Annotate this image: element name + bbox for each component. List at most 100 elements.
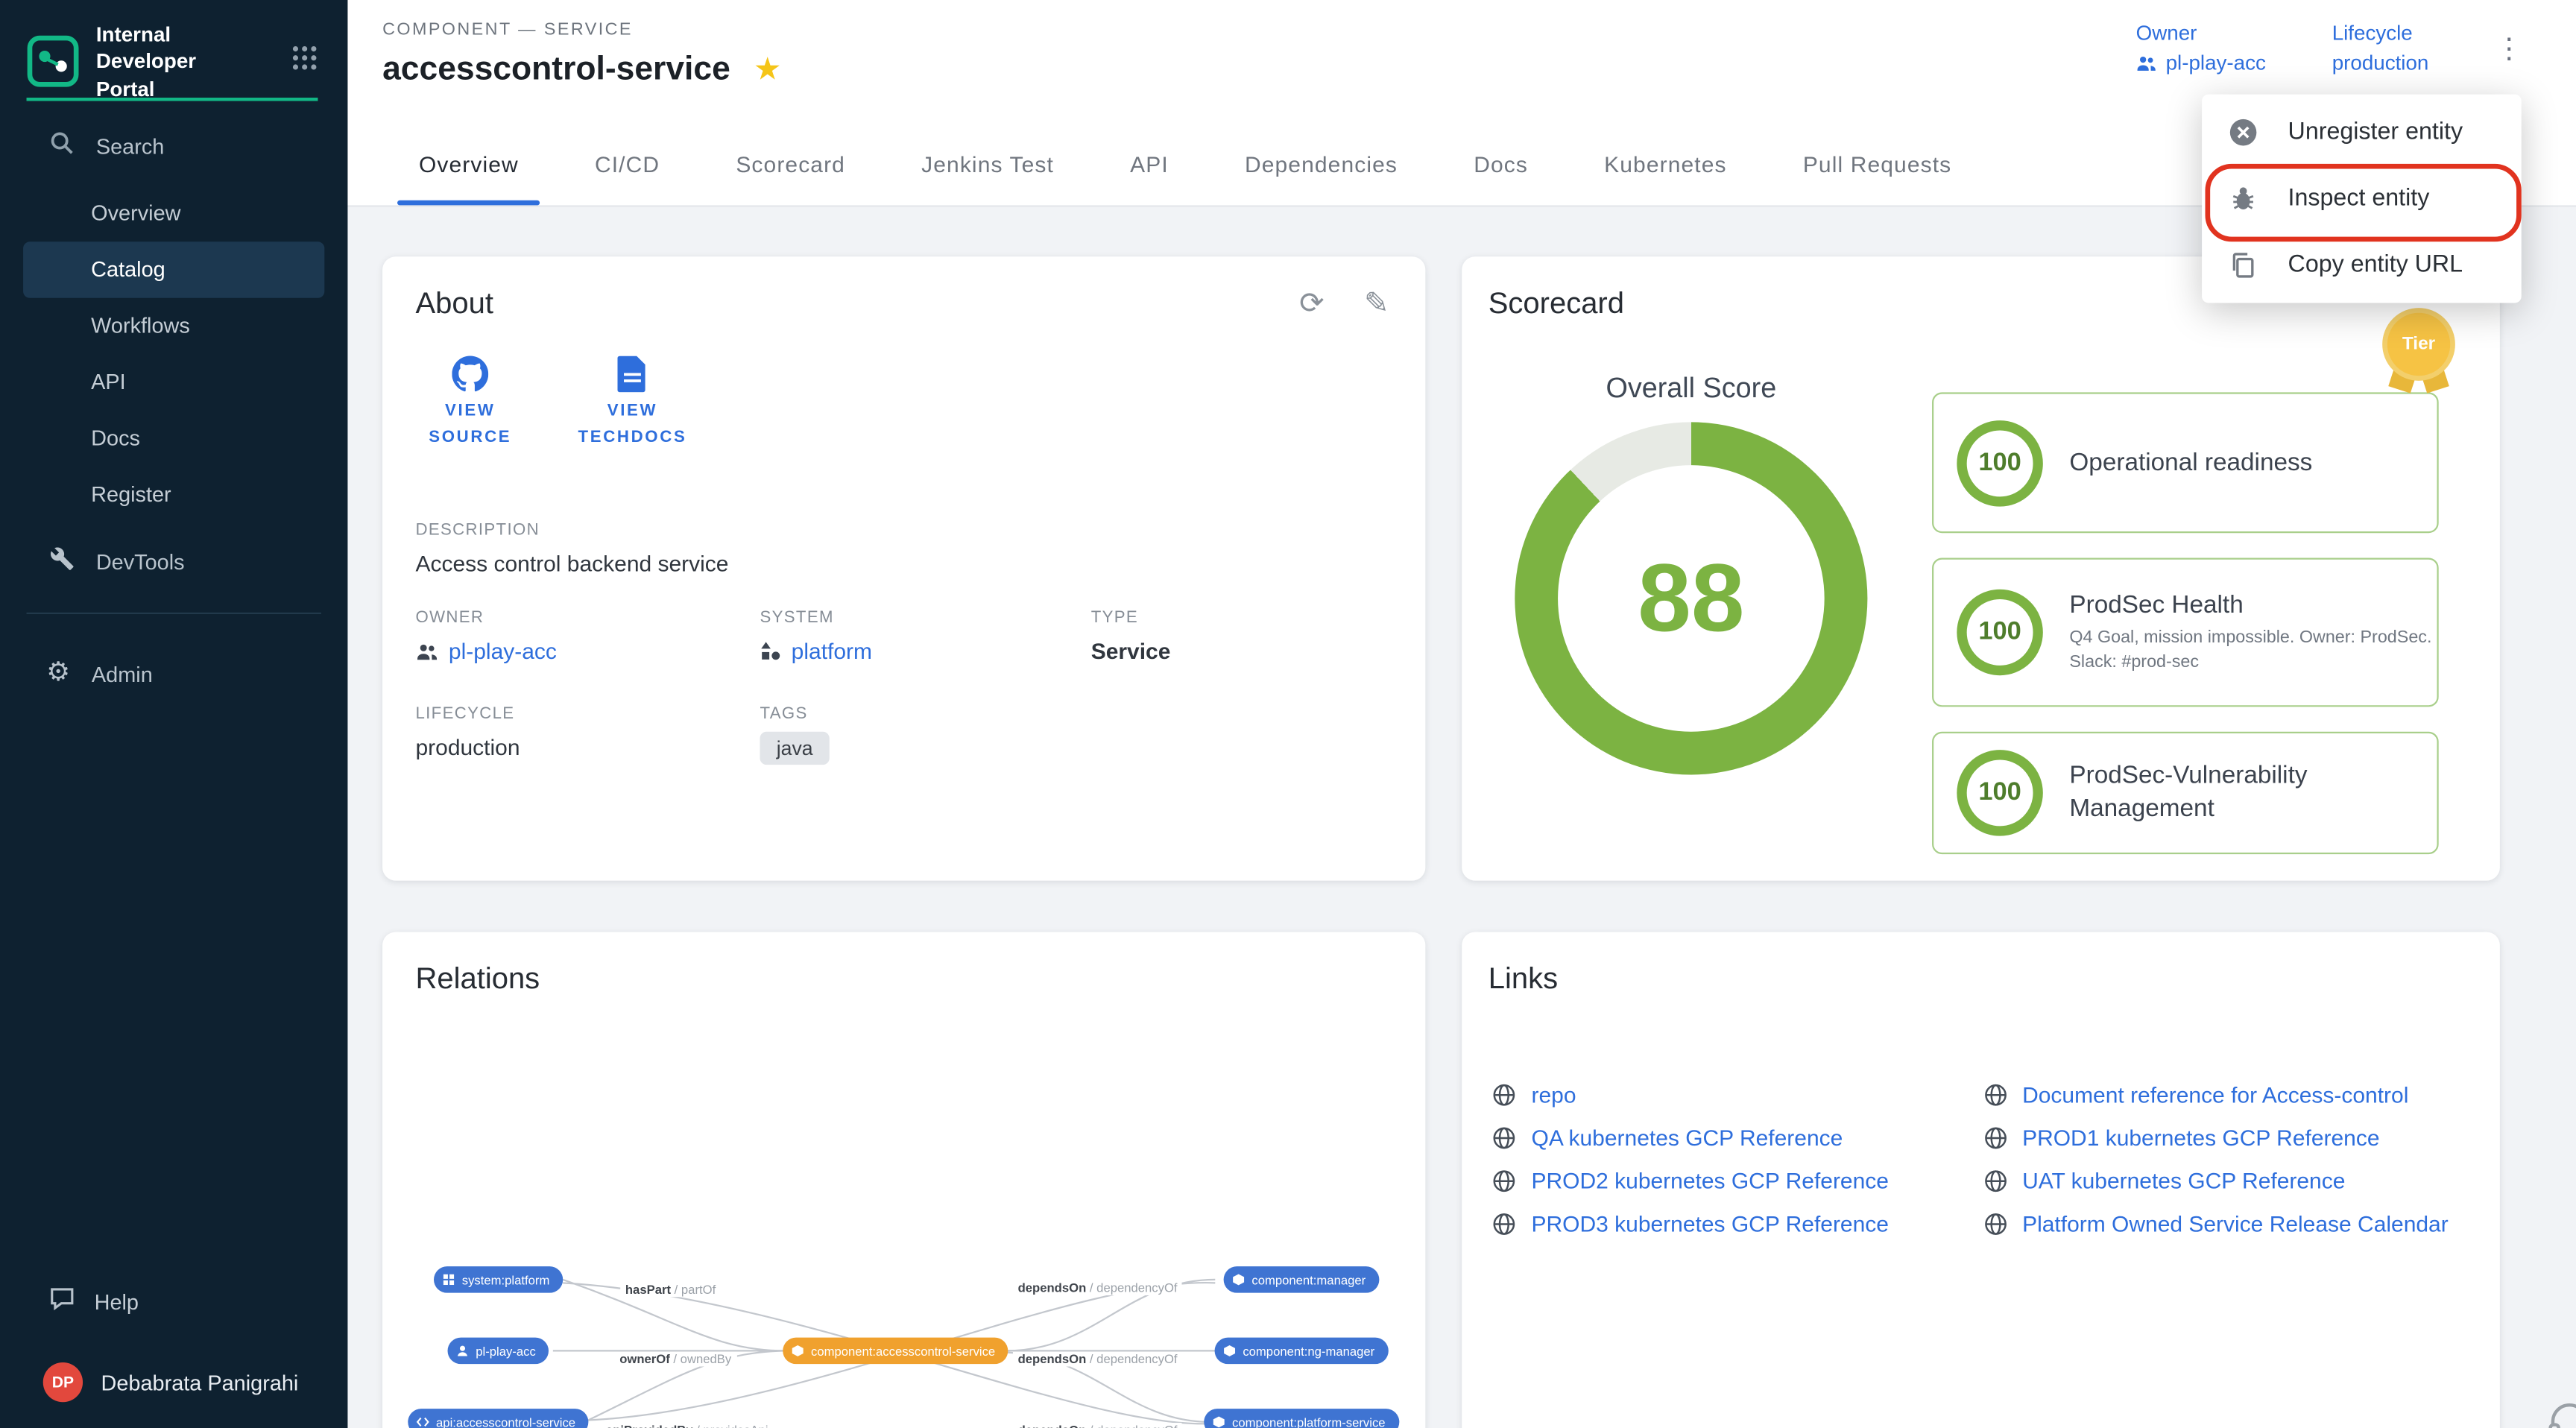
- about-lifecycle-value: production: [415, 734, 760, 759]
- portal-logo-icon: [27, 35, 80, 88]
- gear-icon: ⚙: [46, 660, 70, 687]
- lifecycle-label: Lifecycle: [2332, 22, 2429, 45]
- system-node-icon: [442, 1273, 455, 1286]
- tab-jenkins-test[interactable]: Jenkins Test: [883, 124, 1092, 206]
- more-options-kebab-icon[interactable]: ⋮: [2495, 22, 2523, 63]
- sidebar-item-devtools[interactable]: DevTools: [0, 543, 347, 580]
- sidebar-nav: Overview Catalog Workflows API Docs Regi…: [0, 186, 347, 523]
- about-card: About ⟳ ✎ VIEWSOURCE: [382, 256, 1425, 880]
- link-release-calendar[interactable]: Platform Owned Service Release Calendar: [1983, 1212, 2474, 1236]
- node-component-manager[interactable]: component:manager: [1224, 1266, 1379, 1293]
- api-node-icon: [416, 1415, 429, 1428]
- tier-badge: Tier: [2379, 308, 2459, 391]
- brand-line1: Internal Developer: [96, 23, 196, 73]
- screenshot-viewport: Internal Developer Portal Search Overvie…: [0, 0, 2576, 1428]
- user-name: Debabrata Panigrahi: [101, 1370, 298, 1394]
- menu-item-copy-entity-url[interactable]: Copy entity URL: [2202, 232, 2522, 298]
- link-prod3-kubernetes[interactable]: PROD3 kubernetes GCP Reference: [1491, 1212, 1983, 1236]
- description-value: Access control backend service: [415, 552, 1392, 576]
- tab-pull-requests[interactable]: Pull Requests: [1765, 124, 1990, 206]
- tab-dependencies[interactable]: Dependencies: [1207, 124, 1436, 206]
- user-node-icon: [456, 1345, 470, 1358]
- sidebar-item-admin[interactable]: ⚙ Admin: [0, 656, 344, 692]
- menu-item-unregister-entity[interactable]: Unregister entity: [2202, 99, 2522, 165]
- group-icon: [415, 639, 438, 663]
- sidebar-item-catalog[interactable]: Catalog: [23, 241, 324, 298]
- tab-scorecard[interactable]: Scorecard: [698, 124, 883, 206]
- tab-kubernetes[interactable]: Kubernetes: [1566, 124, 1765, 206]
- component-node-icon: [1232, 1273, 1246, 1286]
- link-prod2-kubernetes[interactable]: PROD2 kubernetes GCP Reference: [1491, 1169, 1983, 1193]
- links-column-1: repo QA kubernetes GCP Reference PROD2 k…: [1491, 1083, 1983, 1237]
- content-grid: About ⟳ ✎ VIEWSOURCE: [347, 207, 2576, 1428]
- edge-label: dependsOn / dependencyOf: [1013, 1423, 1182, 1428]
- entity-kind-eyebrow: COMPONENT — SERVICE: [382, 20, 633, 40]
- sidebar-user[interactable]: DP Debabrata Panigrahi: [0, 1362, 298, 1402]
- menu-item-inspect-entity[interactable]: Inspect entity: [2202, 165, 2522, 232]
- tab-docs[interactable]: Docs: [1436, 124, 1566, 206]
- node-component-accesscontrol-service[interactable]: component:accesscontrol-service: [783, 1338, 1008, 1365]
- edit-pencil-icon[interactable]: ✎: [1364, 286, 1389, 321]
- score-item-list: 100 Operational readiness 100 ProdSec He…: [1932, 392, 2439, 854]
- brand-title: Internal Developer Portal: [96, 22, 275, 102]
- component-node-icon: [791, 1345, 804, 1358]
- sidebar-brand[interactable]: Internal Developer Portal: [27, 22, 321, 102]
- scorecard-card: Scorecard Overall Score 88 100 Operation…: [1462, 256, 2500, 880]
- link-doc-reference[interactable]: Document reference for Access-control: [1983, 1083, 2474, 1108]
- sidebar-item-overview[interactable]: Overview: [0, 186, 347, 242]
- sidebar-search[interactable]: Search: [0, 127, 347, 164]
- type-value: Service: [1091, 639, 1392, 663]
- tab-cicd[interactable]: CI/CD: [557, 124, 698, 206]
- sidebar-item-api[interactable]: API: [0, 354, 347, 411]
- github-icon: [452, 354, 488, 394]
- score-item-prodsec-health[interactable]: 100 ProdSec Health Q4 Goal, mission impo…: [1932, 558, 2439, 707]
- component-node-icon: [1212, 1415, 1225, 1428]
- brand-accent-divider: [27, 98, 318, 101]
- node-component-ng-manager[interactable]: component:ng-manager: [1215, 1338, 1388, 1365]
- view-techdocs-button[interactable]: VIEWTECHDOCS: [581, 354, 684, 452]
- lifecycle-meta: Lifecycle production: [2332, 22, 2429, 75]
- apps-grid-icon[interactable]: [291, 45, 321, 80]
- tags-field: TAGS java: [760, 704, 1090, 764]
- refresh-icon[interactable]: ⟳: [1299, 286, 1325, 321]
- sidebar-divider: [27, 613, 321, 614]
- circle-x-icon: [2229, 118, 2258, 148]
- score-item-operational-readiness[interactable]: 100 Operational readiness: [1932, 392, 2439, 533]
- sidebar-item-register[interactable]: Register: [0, 467, 347, 523]
- copy-icon: [2229, 250, 2258, 279]
- link-uat-kubernetes[interactable]: UAT kubernetes GCP Reference: [1983, 1169, 2474, 1193]
- node-api-accesscontrol-service[interactable]: api:accesscontrol-service: [408, 1409, 589, 1428]
- app-window: Internal Developer Portal Search Overvie…: [0, 0, 2576, 1428]
- link-repo[interactable]: repo: [1491, 1083, 1983, 1108]
- brand-line2: Portal: [96, 77, 155, 100]
- node-component-platform-service[interactable]: component:platform-service: [1204, 1409, 1398, 1428]
- sidebar-item-workflows[interactable]: Workflows: [0, 298, 347, 355]
- node-system-platform[interactable]: system:platform: [434, 1266, 563, 1293]
- devtools-label: DevTools: [96, 549, 185, 573]
- score-item-prodsec-vulnerability[interactable]: 100 ProdSec-Vulnerability Management: [1932, 732, 2439, 854]
- about-owner-link[interactable]: pl-play-acc: [415, 639, 556, 663]
- favorite-star-icon[interactable]: ★: [754, 51, 782, 89]
- tab-overview[interactable]: Overview: [381, 124, 557, 206]
- node-pl-play-acc[interactable]: pl-play-acc: [448, 1338, 549, 1365]
- sidebar-item-docs[interactable]: Docs: [0, 411, 347, 467]
- sidebar-item-help[interactable]: Help: [0, 1286, 139, 1316]
- edge-label: dependsOn / dependencyOf: [1013, 1352, 1182, 1367]
- tab-api[interactable]: API: [1092, 124, 1207, 206]
- chat-icon: [50, 1286, 75, 1316]
- edge-label: hasPart / partOf: [620, 1282, 721, 1297]
- tag-chip[interactable]: java: [760, 731, 829, 764]
- owner-label: Owner: [2136, 22, 2266, 45]
- view-source-button[interactable]: VIEWSOURCE: [419, 354, 522, 452]
- link-prod1-kubernetes[interactable]: PROD1 kubernetes GCP Reference: [1983, 1125, 2474, 1150]
- about-system-link[interactable]: platform: [760, 639, 872, 663]
- sidebar: Internal Developer Portal Search Overvie…: [0, 0, 347, 1428]
- component-node-icon: [1223, 1345, 1237, 1358]
- relations-card: Relations hasPart / partOf ownerOf / own…: [382, 932, 1425, 1428]
- page-title: accesscontrol-service: [382, 51, 730, 89]
- link-qa-kubernetes[interactable]: QA kubernetes GCP Reference: [1491, 1125, 1983, 1150]
- support-headset-icon[interactable]: [2545, 1399, 2576, 1428]
- owner-link[interactable]: pl-play-acc: [2136, 51, 2266, 75]
- group-icon: [2136, 52, 2158, 74]
- help-label: Help: [95, 1289, 139, 1313]
